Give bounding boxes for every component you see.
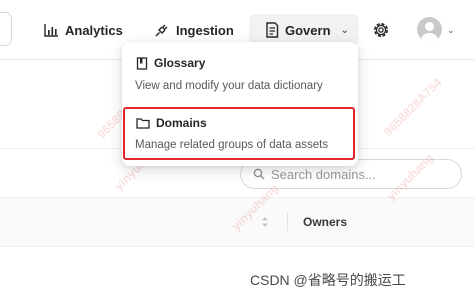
plug-icon <box>155 24 168 37</box>
nav-analytics[interactable]: Analytics <box>44 19 123 41</box>
nav-govern-label: Govern <box>285 22 331 38</box>
table-header <box>0 197 475 247</box>
avatar[interactable] <box>417 17 442 42</box>
bar-chart-icon <box>44 24 58 37</box>
footer-watermark: CSDN @省略号的搬运工 <box>250 272 406 288</box>
menu-item-glossary-label: Glossary <box>154 56 206 70</box>
gear-icon[interactable] <box>371 20 391 40</box>
nav-ingestion-label: Ingestion <box>176 22 234 38</box>
nav-ingestion[interactable]: Ingestion <box>154 19 234 41</box>
book-icon <box>136 56 148 70</box>
document-icon <box>266 22 279 38</box>
highlight-box <box>123 107 355 160</box>
nav-analytics-label: Analytics <box>65 22 123 38</box>
watermark-text: 9658828A754 <box>381 75 445 139</box>
menu-item-glossary-description: View and modify your data dictionary <box>135 80 323 92</box>
owners-column-header: Owners <box>303 215 348 229</box>
search-icon <box>253 168 265 180</box>
menu-item-glossary[interactable]: Glossary View and modify your data dicti… <box>122 42 358 104</box>
chevron-down-icon: ⌄ <box>340 24 349 36</box>
chevron-down-icon[interactable]: ⌄ <box>447 25 455 36</box>
nav-govern[interactable]: Govern ⌄ <box>265 19 349 41</box>
menu-item-glossary-title: Glossary <box>136 56 205 70</box>
sort-icon[interactable] <box>259 214 271 230</box>
search-placeholder: Search domains... <box>271 166 376 182</box>
left-input-edge[interactable] <box>0 12 12 46</box>
column-divider <box>287 213 288 231</box>
